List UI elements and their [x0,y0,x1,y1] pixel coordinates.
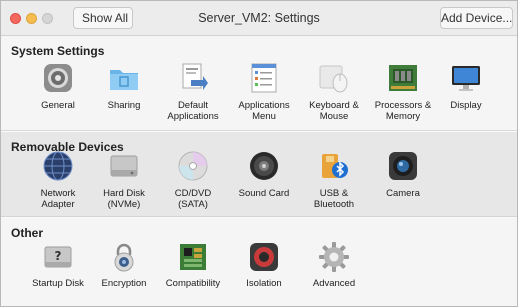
settings-window: Show All Server_VM2: Settings Add Device… [0,0,518,307]
default-apps-icon [177,62,209,94]
startup-disk-icon: ? [42,241,74,273]
minimize-window-button[interactable] [26,13,37,24]
settings-item-label: Processors & Memory [374,100,432,122]
folder-icon [108,62,140,94]
gear-icon [318,241,350,273]
chip-icon [387,62,419,94]
device-item-label: Camera [386,188,420,199]
close-window-button[interactable] [10,13,21,24]
other-item-label: Isolation [246,278,282,289]
device-item-label: Sound Card [238,188,290,199]
section-title-other: Other [11,226,44,240]
settings-item-label: General [41,100,75,111]
settings-item-label: Display [450,100,482,111]
speaker-icon [248,150,280,182]
isolation-icon [248,241,280,273]
device-item-label: CD/DVD (SATA) [174,188,212,210]
settings-item-label: Sharing [107,100,141,111]
compatibility-icon [177,241,209,273]
device-item-label: Network Adapter [40,188,76,210]
hard-disk-icon [108,150,140,182]
display-icon [450,62,482,94]
other-section: Other ? Startup Disk Encryption Compatib… [1,218,517,306]
other-item-label: Advanced [312,278,356,289]
settings-item-label: Keyboard & Mouse [309,100,359,122]
globe-icon [42,150,74,182]
section-title-system-settings: System Settings [11,44,105,58]
add-device-button[interactable]: Add Device... [440,7,513,29]
settings-item-label: Default Applications [167,100,219,122]
title-bar: Show All Server_VM2: Settings Add Device… [1,1,517,36]
device-item-label: Hard Disk (NVMe) [103,188,145,210]
svg-text:?: ? [55,249,62,263]
other-item-label: Compatibility [165,278,221,289]
zoom-window-button[interactable] [42,13,53,24]
lock-icon [108,241,140,273]
disc-icon [177,150,209,182]
camera-icon [387,150,419,182]
device-item-label: USB & Bluetooth [313,188,355,210]
show-all-button[interactable]: Show All [73,7,133,29]
system-settings-section: System Settings General Sharing Default A… [1,36,517,131]
other-item-label: Encryption [101,278,147,289]
app-menu-icon [248,62,280,94]
removable-devices-section: Removable Devices Network Adapter Hard Di… [1,132,517,217]
general-icon [42,62,74,94]
keyboard-mouse-icon [318,62,350,94]
usb-bluetooth-icon [318,150,350,182]
settings-item-label: Applications Menu [238,100,290,122]
other-item-label: Startup Disk [32,278,84,289]
